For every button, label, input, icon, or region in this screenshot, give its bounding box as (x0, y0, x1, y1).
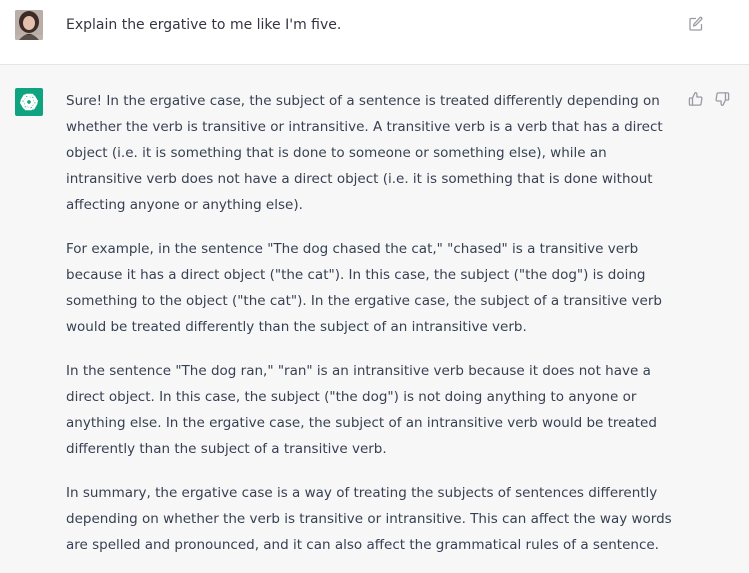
answer-paragraph: In summary, the ergative case is a way o… (66, 485, 672, 553)
user-message-row: Explain the ergative to me like I'm five… (0, 0, 749, 65)
openai-logo-icon (15, 88, 43, 116)
edit-icon[interactable] (688, 16, 704, 32)
answer-paragraph: Sure! In the ergative case, the subject … (66, 93, 663, 213)
assistant-message-row: Sure! In the ergative case, the subject … (0, 65, 749, 573)
thumbs-up-icon[interactable] (688, 91, 704, 107)
assistant-message-text: Sure! In the ergative case, the subject … (66, 88, 678, 573)
thumbs-down-icon[interactable] (714, 91, 730, 107)
answer-paragraph: In the sentence "The dog ran," "ran" is … (66, 363, 657, 457)
user-avatar (15, 10, 43, 40)
user-message-text: Explain the ergative to me like I'm five… (66, 17, 342, 33)
answer-paragraph: For example, in the sentence "The dog ch… (66, 241, 662, 335)
